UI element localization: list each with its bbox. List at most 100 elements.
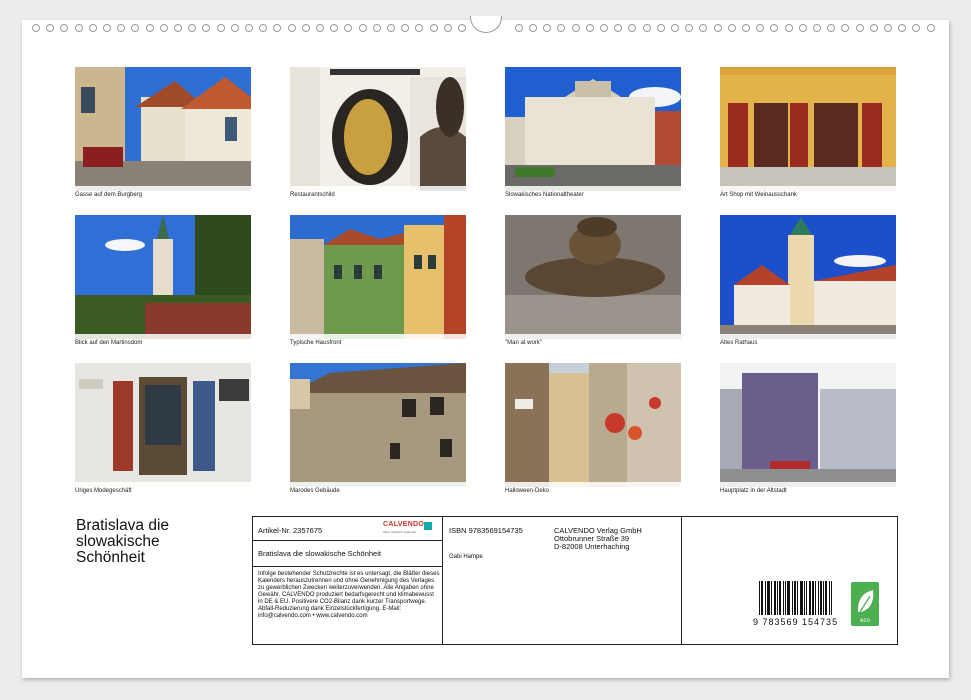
photo-caption: Art Shop mit Weinausschank	[720, 192, 797, 198]
photo-caption: Hauptplatz in der Altstadt	[720, 488, 787, 494]
photo-credit-strip	[290, 334, 466, 339]
photo-caption: Halloween-Deko	[505, 488, 550, 494]
binding-ring	[46, 24, 55, 32]
divider	[681, 517, 682, 644]
barcode-bar	[762, 581, 763, 615]
article-number: Artikel-Nr. 2357675	[258, 526, 323, 535]
divider	[442, 517, 443, 644]
barcode-bar	[809, 581, 810, 615]
photo-credit-strip	[505, 482, 681, 487]
photo-credit-strip	[505, 334, 681, 339]
photo-halloween-deco	[505, 363, 681, 487]
photo-burgberg-lane	[75, 67, 251, 191]
barcode-bar	[765, 581, 766, 615]
photo-restaurant-sign	[290, 67, 466, 191]
barcode-bar	[820, 581, 821, 615]
photo-art-shop	[720, 67, 896, 191]
binding-ring	[273, 24, 282, 32]
photo-caption: Blick auf den Martinsdom	[75, 340, 143, 346]
photo-credit-strip	[720, 186, 896, 191]
binding-ring	[174, 24, 182, 32]
binding-ring	[60, 24, 69, 32]
photo-caption: Uriges Modegeschäft	[75, 488, 132, 494]
binding-ring	[614, 24, 623, 32]
barcode-bar	[785, 581, 786, 615]
barcode-bar	[761, 581, 762, 615]
binding-ring	[699, 24, 708, 32]
binding-ring	[642, 24, 651, 32]
photo-credit-strip	[720, 334, 896, 339]
binding-ring	[827, 24, 836, 32]
photo-national-theatre	[505, 67, 681, 191]
binding-ring	[855, 24, 864, 32]
binding-ring	[557, 24, 566, 32]
calvendo-logo: CALVENDO	[383, 521, 425, 528]
barcode-bar	[795, 581, 796, 615]
barcode-bar	[775, 581, 776, 615]
barcode-bar	[769, 581, 770, 615]
binding-ring	[912, 24, 921, 32]
binding-ring	[145, 24, 154, 32]
binding-ring	[884, 24, 892, 32]
photo-fashion-shop	[75, 363, 251, 487]
binding-ring	[159, 24, 168, 32]
binding-ring	[600, 24, 608, 32]
divider	[253, 566, 442, 567]
binding-ring	[117, 24, 126, 32]
divider	[253, 540, 442, 541]
barcode-bar	[794, 581, 795, 615]
photo-credit-strip	[75, 482, 251, 487]
calvendo-logo-sub: Alles. Sachlich. Kalender.	[383, 530, 417, 534]
binding-ring	[202, 24, 211, 32]
photo-typical-facade	[290, 215, 466, 339]
barcode-bar	[788, 581, 789, 615]
binding-ring	[685, 24, 694, 32]
binding-ring	[330, 24, 339, 32]
author: Gabi Hampe	[449, 554, 483, 560]
barcode-number: 9 783569 154735	[753, 617, 839, 627]
binding-ring	[259, 24, 268, 32]
binding-ring	[245, 24, 253, 32]
binding-ring	[32, 24, 40, 32]
binding-ring	[88, 24, 97, 32]
barcode-bar	[815, 581, 816, 615]
photo-credit-strip	[290, 186, 466, 191]
calendar-title-line: Bratislava die slowakische Schönheit	[258, 549, 381, 558]
barcode-bar	[774, 581, 775, 615]
barcode-bar	[821, 581, 822, 615]
barcode-bar	[792, 581, 793, 615]
binding-ring	[514, 24, 523, 32]
binding-ring	[429, 24, 438, 32]
binding-ring	[287, 24, 296, 32]
barcode-bar	[802, 581, 803, 615]
barcode-bar	[829, 581, 830, 615]
binding-ring	[585, 24, 594, 32]
binding-ring	[372, 24, 381, 32]
binding-ring	[571, 24, 580, 32]
photo-caption: Altes Rathaus	[720, 340, 758, 346]
photo-decaying-building	[290, 363, 466, 487]
binding-ring	[543, 24, 552, 32]
photo-credit-strip	[290, 482, 466, 487]
barcode-bar	[812, 581, 813, 615]
legal-text: Infolge bestehender Schutzrechte ist es …	[258, 571, 440, 619]
barcode-bar	[768, 581, 769, 615]
photo-man-at-work	[505, 215, 681, 339]
binding-ring	[784, 24, 793, 32]
barcode-bar	[825, 581, 826, 615]
barcode-bar	[771, 581, 772, 615]
binding-ring	[230, 24, 239, 32]
photo-caption: Marodes Gebäude	[290, 488, 340, 494]
photo-caption: Gasse auf dem Burgberg	[75, 192, 143, 198]
photo-old-town-hall	[720, 215, 896, 339]
calvendo-logo-mark	[424, 522, 432, 530]
photo-credit-strip	[720, 482, 896, 487]
binding-ring	[301, 24, 310, 32]
binding-ring	[742, 24, 750, 32]
barcode-bar	[804, 581, 805, 615]
publisher-city: D-82008 Unterhaching	[554, 542, 630, 551]
calendar-page: Gasse auf dem Burgberg Restaurantschild	[22, 16, 949, 678]
barcode-bar	[826, 581, 827, 615]
barcode	[759, 581, 832, 615]
binding-ring	[798, 24, 807, 32]
